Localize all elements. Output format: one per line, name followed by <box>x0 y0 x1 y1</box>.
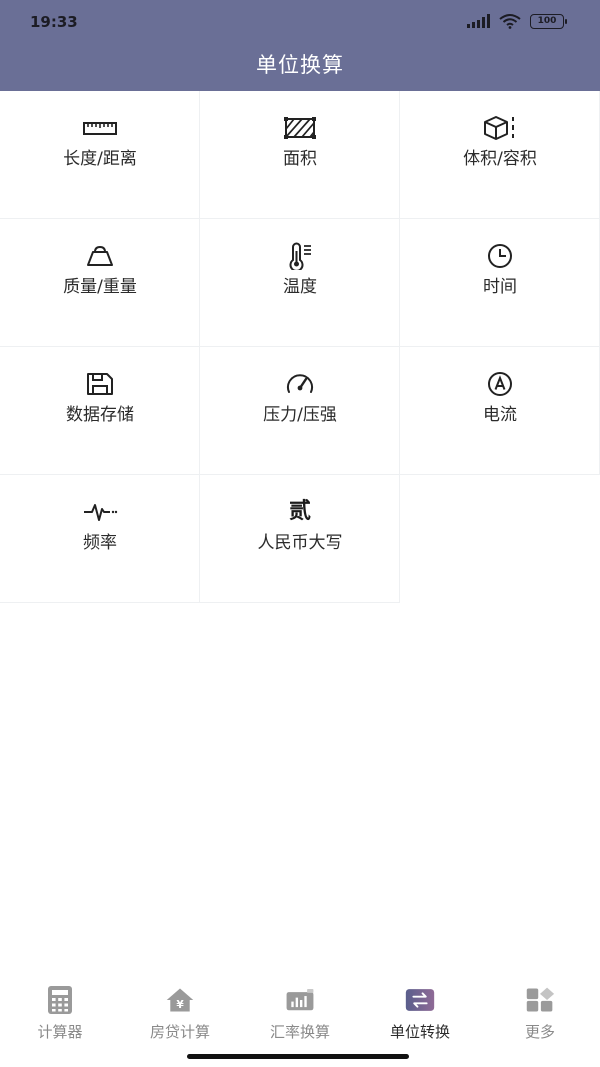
floppy-disk-icon <box>87 373 113 395</box>
category-time[interactable]: 时间 <box>400 219 600 347</box>
category-label: 人民币大写 <box>257 533 343 553</box>
category-temperature[interactable]: 温度 <box>200 219 400 347</box>
pulse-wave-icon <box>84 504 118 521</box>
weight-icon <box>87 245 113 266</box>
thermometer-icon <box>289 242 311 270</box>
category-pressure[interactable]: 压力/压强 <box>200 347 400 475</box>
ampere-icon <box>488 372 512 396</box>
tab-unit-convert[interactable]: 单位转换 <box>360 985 480 1045</box>
category-area[interactable]: 面积 <box>200 91 400 219</box>
category-label: 长度/距离 <box>63 149 137 169</box>
home-indicator[interactable] <box>187 1054 409 1059</box>
status-time: 19:33 <box>30 13 78 31</box>
tab-label: 房贷计算 <box>149 1023 210 1041</box>
cellular-signal-icon <box>467 14 490 28</box>
category-frequency[interactable]: 频率 <box>0 475 200 603</box>
calculator-icon <box>48 986 72 1014</box>
tab-more[interactable]: 更多 <box>480 985 600 1045</box>
status-icons: 100 <box>467 13 567 29</box>
house-yuan-icon: ¥ <box>166 988 194 1012</box>
page-title: 单位换算 <box>256 53 344 77</box>
tab-label: 汇率换算 <box>269 1023 330 1041</box>
category-label: 质量/重量 <box>63 277 137 297</box>
wifi-icon <box>499 14 521 29</box>
category-length[interactable]: 长度/距离 <box>0 91 200 219</box>
category-current[interactable]: 电流 <box>400 347 600 475</box>
tab-mortgage[interactable]: ¥ 房贷计算 <box>120 985 240 1045</box>
tab-label: 更多 <box>524 1023 555 1041</box>
clock-icon <box>488 244 512 268</box>
category-label: 压力/压强 <box>263 405 337 425</box>
tab-exchange-rate[interactable]: 汇率换算 <box>240 985 360 1045</box>
gauge-icon <box>287 374 313 393</box>
category-rmb-uppercase[interactable]: 贰 人民币大写 <box>200 475 400 603</box>
category-label: 温度 <box>283 277 317 297</box>
swap-arrows-icon <box>405 989 435 1011</box>
exchange-chart-icon <box>286 988 314 1011</box>
chinese-numeral-icon: 贰 <box>288 499 311 524</box>
area-icon <box>284 117 316 139</box>
category-mass[interactable]: 质量/重量 <box>0 219 200 347</box>
category-label: 电流 <box>483 405 517 425</box>
category-volume[interactable]: 体积/容积 <box>400 91 600 219</box>
tab-label: 单位转换 <box>389 1023 450 1041</box>
category-label: 频率 <box>83 533 117 553</box>
category-label: 体积/容积 <box>463 149 537 169</box>
more-grid-icon <box>526 987 555 1012</box>
category-label: 面积 <box>283 149 317 169</box>
category-label: 时间 <box>483 277 517 297</box>
tab-calculator[interactable]: 计算器 <box>0 985 120 1045</box>
category-label: 数据存储 <box>66 405 134 425</box>
svg-text:¥: ¥ <box>176 999 184 1011</box>
cube-icon <box>484 116 514 140</box>
ruler-icon <box>83 122 117 135</box>
app-header: 19:33 100 单位换算 <box>0 0 600 91</box>
tab-label: 计算器 <box>37 1023 83 1041</box>
category-data-storage[interactable]: 数据存储 <box>0 347 200 475</box>
battery-icon: 100 <box>530 13 567 29</box>
